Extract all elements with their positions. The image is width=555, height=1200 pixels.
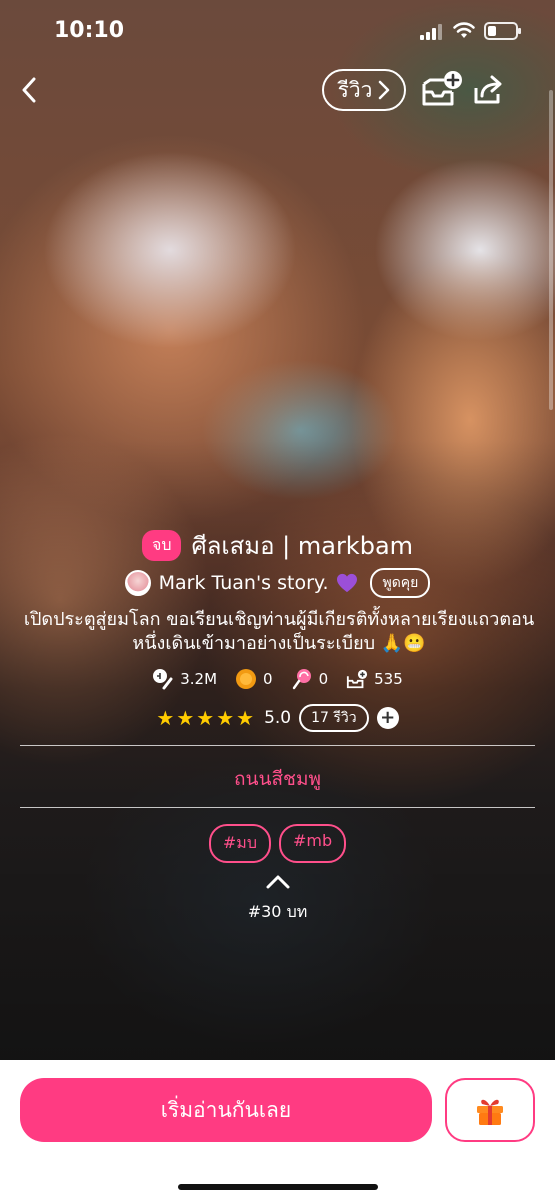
plus-icon: + — [380, 707, 396, 728]
candy-value: 0 — [318, 670, 329, 688]
title-row: จบ ศีลเสมอ | markbam — [0, 526, 555, 565]
back-icon — [22, 77, 36, 103]
battery-icon — [484, 22, 521, 40]
divider — [20, 807, 535, 808]
candy-icon — [291, 668, 313, 690]
coins-value: 0 — [263, 670, 273, 688]
gift-button[interactable] — [445, 1078, 535, 1142]
library-add-icon — [422, 71, 462, 106]
status-bar: 10:10 — [0, 0, 555, 64]
completed-badge: จบ — [141, 530, 182, 561]
chat-button[interactable]: พูดคุย — [370, 568, 431, 598]
star-icon: ★ — [216, 706, 237, 730]
coins-stat: 0 — [235, 668, 273, 690]
add-to-library-button[interactable] — [420, 70, 464, 110]
review-button[interactable]: รีวิว — [322, 69, 406, 111]
library-icon — [346, 668, 368, 690]
share-icon — [474, 75, 502, 104]
story-title: ศีลเสมอ | markbam — [191, 532, 414, 560]
author-avatar[interactable] — [124, 570, 151, 596]
scroll-indicator — [549, 90, 553, 410]
star-icon: ★ — [176, 706, 197, 730]
star-icon: ★ — [156, 706, 177, 730]
star-rating: ★★★★★ — [156, 706, 256, 730]
divider — [20, 745, 535, 746]
add-review-button[interactable]: + — [376, 707, 399, 729]
bottom-bar: เริ่มอ่านกันเลย — [0, 1060, 555, 1200]
share-button[interactable] — [470, 72, 506, 108]
review-count-button[interactable]: 17 รีวิว — [299, 704, 369, 732]
gift-icon — [477, 1099, 503, 1125]
author-name[interactable]: Mark Tuan's story. — [159, 572, 329, 594]
tag-list: #มบ #mb — [0, 824, 555, 863]
home-indicator — [178, 1184, 378, 1190]
back-button[interactable] — [14, 72, 44, 108]
start-reading-button[interactable]: เริ่มอ่านกันเลย — [20, 1078, 432, 1142]
views-stat: 3.2M — [152, 668, 217, 690]
status-time: 10:10 — [54, 18, 125, 43]
stats-row: 3.2M 0 0 535 — [0, 668, 555, 690]
coin-icon — [235, 668, 257, 690]
story-description: เปิดประตูสู่ยมโลก ขอเรียนเชิญท่านผู้มีเก… — [23, 609, 535, 654]
views-value: 3.2M — [180, 670, 218, 688]
chevron-up-icon[interactable] — [265, 872, 291, 890]
wifi-icon — [453, 22, 475, 38]
rating-score: 5.0 — [264, 708, 292, 728]
rating-row: ★★★★★ 5.0 17 รีวิว + — [0, 704, 555, 732]
views-icon — [152, 668, 174, 690]
tag[interactable]: #มบ — [208, 824, 271, 863]
chevron-right-icon — [379, 80, 390, 100]
episode-count[interactable]: #30 บท — [0, 900, 555, 925]
star-icon: ★ — [196, 706, 217, 730]
review-label: รีวิว — [337, 77, 373, 102]
library-value: 535 — [374, 670, 403, 688]
author-row: Mark Tuan's story. พูดคุย — [0, 568, 555, 598]
signal-icon — [420, 24, 444, 40]
category-link[interactable]: ถนนสีชมพู — [0, 764, 555, 794]
candy-stat: 0 — [291, 668, 329, 690]
library-stat: 535 — [346, 668, 403, 690]
purple-heart-icon — [337, 573, 358, 593]
star-icon: ★ — [236, 706, 257, 730]
tag[interactable]: #mb — [278, 824, 347, 863]
